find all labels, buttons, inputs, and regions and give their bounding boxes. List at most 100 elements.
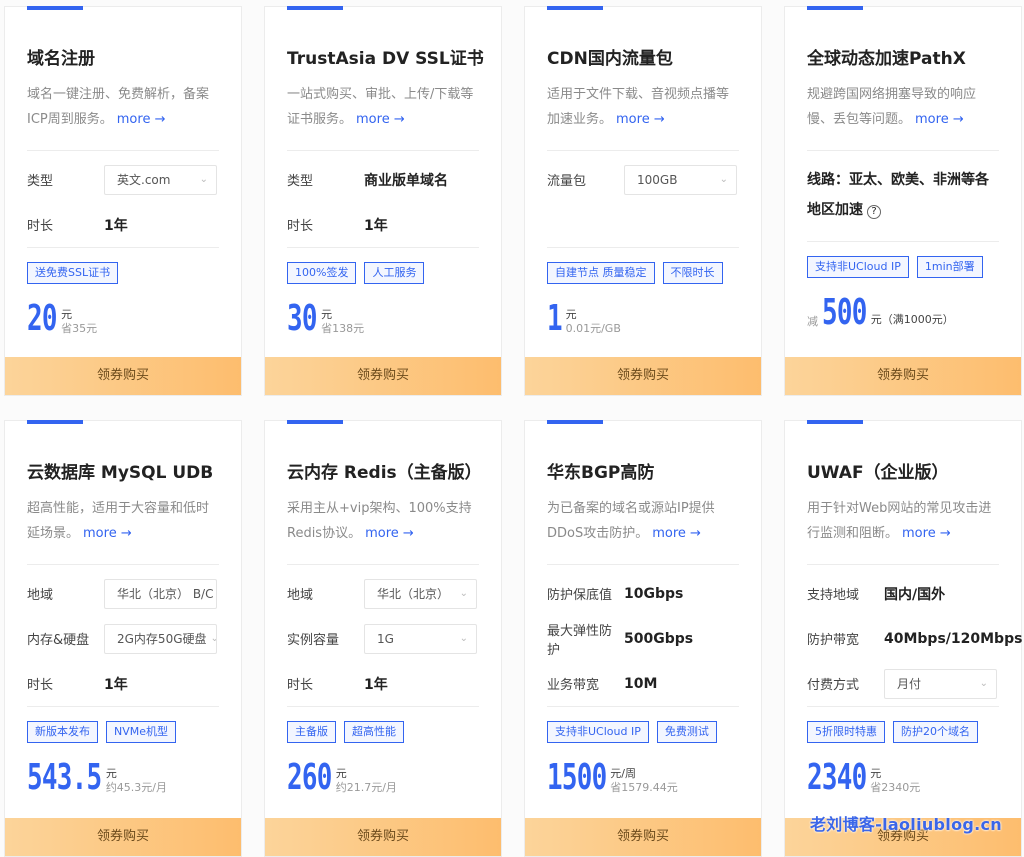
price-number: 30 — [287, 298, 318, 339]
card-description: 一站式购买、审批、上传/下载等证书服务。 more → — [287, 87, 474, 127]
tag-list: 支持非UCloud IP 1min部署 — [807, 256, 999, 278]
spec-select[interactable]: 华北（北京） ⌄ — [364, 578, 477, 609]
select-value: 英文.com — [117, 173, 171, 187]
price-saving: 0.01元/GB — [565, 322, 621, 335]
card-title: TrustAsia DV SSL证书 — [287, 49, 484, 69]
card-description: 采用主从+vip架构、100%支持Redis协议。 more → — [287, 501, 472, 541]
tag-list: 主备版 超高性能 — [287, 721, 479, 743]
spec-row: 类型 英文.com ⌄ — [27, 157, 219, 202]
more-link[interactable]: more → — [83, 526, 132, 541]
chevron-down-icon: ⌄ — [199, 174, 208, 185]
spec-label: 类型 — [27, 174, 54, 189]
price-number: 543.5 — [27, 757, 102, 798]
spec-label: 内存&硬盘 — [27, 633, 90, 648]
more-link[interactable]: more → — [652, 526, 701, 541]
spec-label: 防护带宽 — [807, 633, 860, 648]
price-number: 2340 — [807, 757, 867, 798]
chevron-down-icon: ⌄ — [211, 633, 216, 644]
product-card: 华东BGP高防 为已备案的域名或源站IP提供DDoS攻击防护。 more → 防护保底… — [524, 420, 762, 857]
more-link[interactable]: more → — [356, 112, 405, 127]
tag-list: 支持非UCloud IP 免费测试 — [547, 721, 739, 743]
feature-tag: 100%签发 — [287, 262, 357, 284]
spec-select[interactable]: 100GB ⌄ — [624, 164, 737, 195]
buy-coupon-button[interactable]: 领券购买 — [5, 357, 241, 395]
buy-coupon-button[interactable]: 领券购买 — [525, 357, 761, 395]
price-saving: 省1579.44元 — [610, 781, 678, 794]
product-grid: 域名注册域名一键注册、免费解析，备案ICP周到服务。 more → 类型 英文.com… — [4, 6, 1022, 857]
feature-tag: 新版本发布 — [27, 721, 98, 743]
select-value: 2G内存50G硬盘 — [117, 632, 207, 646]
divider — [27, 150, 219, 151]
price-number: 1500 — [547, 757, 607, 798]
spec-row: 时长 1年 — [27, 661, 219, 706]
feature-tag: 支持非UCloud IP — [807, 256, 909, 278]
spec-row: 最大弹性防护 500Gbps — [547, 616, 739, 661]
card-description: 超高性能，适用于大容量和低时延场景。 more → — [27, 501, 210, 541]
spec-select[interactable]: 月付 ⌄ — [884, 668, 997, 699]
card-accent-bar — [807, 420, 863, 424]
buy-coupon-button[interactable]: 领券购买 — [5, 818, 241, 856]
divider — [547, 247, 739, 248]
spec-select[interactable]: 英文.com ⌄ — [104, 164, 217, 195]
watermark: 老刘博客-laoliublog.cn — [809, 815, 1002, 834]
spec-list: 流量包 100GB ⌄ — [547, 157, 739, 247]
card-description: 规避跨国网络拥塞导致的响应慢、丢包等问题。 more → — [807, 87, 977, 127]
buy-coupon-button[interactable]: 领券购买 — [785, 357, 1021, 395]
price-saving: 约45.3元/月 — [105, 781, 168, 794]
price-block: 260 元约21.7元/月 — [287, 757, 479, 797]
price-saving: 约21.7元/月 — [335, 781, 397, 794]
divider — [547, 564, 739, 565]
card-description: 适用于文件下载、音视频点播等加速业务。 more → — [547, 87, 730, 127]
spec-select[interactable]: 2G内存50G硬盘 ⌄ — [104, 623, 217, 654]
divider — [287, 247, 479, 248]
spec-label: 时长 — [27, 219, 54, 234]
help-icon[interactable]: ? — [867, 205, 881, 219]
spec-label: 地域 — [27, 588, 54, 603]
spec-value: 10M — [624, 675, 658, 692]
feature-tag: 支持非UCloud IP — [547, 721, 649, 743]
spec-row: 防护带宽 40Mbps/120Mbps — [807, 616, 1022, 661]
card-accent-bar — [27, 6, 83, 10]
price-number: 1 — [547, 298, 563, 339]
more-link[interactable]: more → — [365, 526, 414, 541]
product-card: TrustAsia DV SSL证书一站式购买、审批、上传/下载等证书服务。 mo… — [264, 6, 502, 396]
card-title: UWAF（企业版） — [807, 463, 949, 483]
price-unit: 元（满1000元） — [870, 313, 954, 326]
feature-tag: 自建节点 质量稳定 — [547, 262, 655, 284]
more-link[interactable]: more → — [902, 526, 951, 541]
spec-label: 防护保底值 — [547, 588, 613, 603]
buy-coupon-button[interactable]: 领券购买 — [265, 818, 501, 856]
price-block: 20 元省35元 — [27, 298, 219, 338]
spec-label: 最大弹性防护 — [547, 623, 613, 658]
spec-row: 地域 华北（北京） ⌄ — [287, 571, 479, 616]
spec-label: 付费方式 — [807, 678, 860, 693]
feature-tag: 不限时长 — [662, 262, 723, 284]
spec-row: 时长 1年 — [287, 202, 479, 247]
spec-select[interactable]: 1G ⌄ — [364, 623, 477, 654]
tag-list: 新版本发布 NVMe机型 — [27, 721, 219, 743]
divider — [547, 706, 739, 707]
spec-row: 防护保底值 10Gbps — [547, 571, 739, 616]
spec-label: 时长 — [287, 678, 314, 693]
feature-tag: 免费测试 — [656, 721, 717, 743]
select-value: 1G — [377, 631, 394, 646]
more-link[interactable]: more → — [915, 112, 964, 127]
more-link[interactable]: more → — [616, 112, 665, 127]
spec-value: 1年 — [364, 676, 388, 693]
product-card: 云内存 Redis（主备版） 采用主从+vip架构、100%支持Redis协议。 m… — [264, 420, 502, 857]
card-title: 域名注册 — [27, 49, 95, 69]
card-description: 域名一键注册、免费解析，备案ICP周到服务。 more → — [27, 87, 210, 127]
card-accent-bar — [27, 420, 83, 424]
price-block: 543.5 元约45.3元/月 — [27, 757, 219, 797]
price-meta: 元约21.7元/月 — [336, 767, 397, 795]
more-link[interactable]: more → — [117, 112, 166, 127]
buy-coupon-button[interactable]: 领券购买 — [265, 357, 501, 395]
price-unit: 元 — [105, 767, 117, 780]
feature-tag: 5折限时特惠 — [807, 721, 885, 743]
feature-tag: 主备版 — [287, 721, 336, 743]
select-value: 华北（北京） — [377, 587, 450, 601]
price-meta: 元省35元 — [61, 308, 97, 336]
spec-select[interactable]: 华北（北京） B/C⌄ — [104, 578, 217, 609]
buy-coupon-button[interactable]: 领券购买 — [525, 818, 761, 856]
divider — [287, 706, 479, 707]
